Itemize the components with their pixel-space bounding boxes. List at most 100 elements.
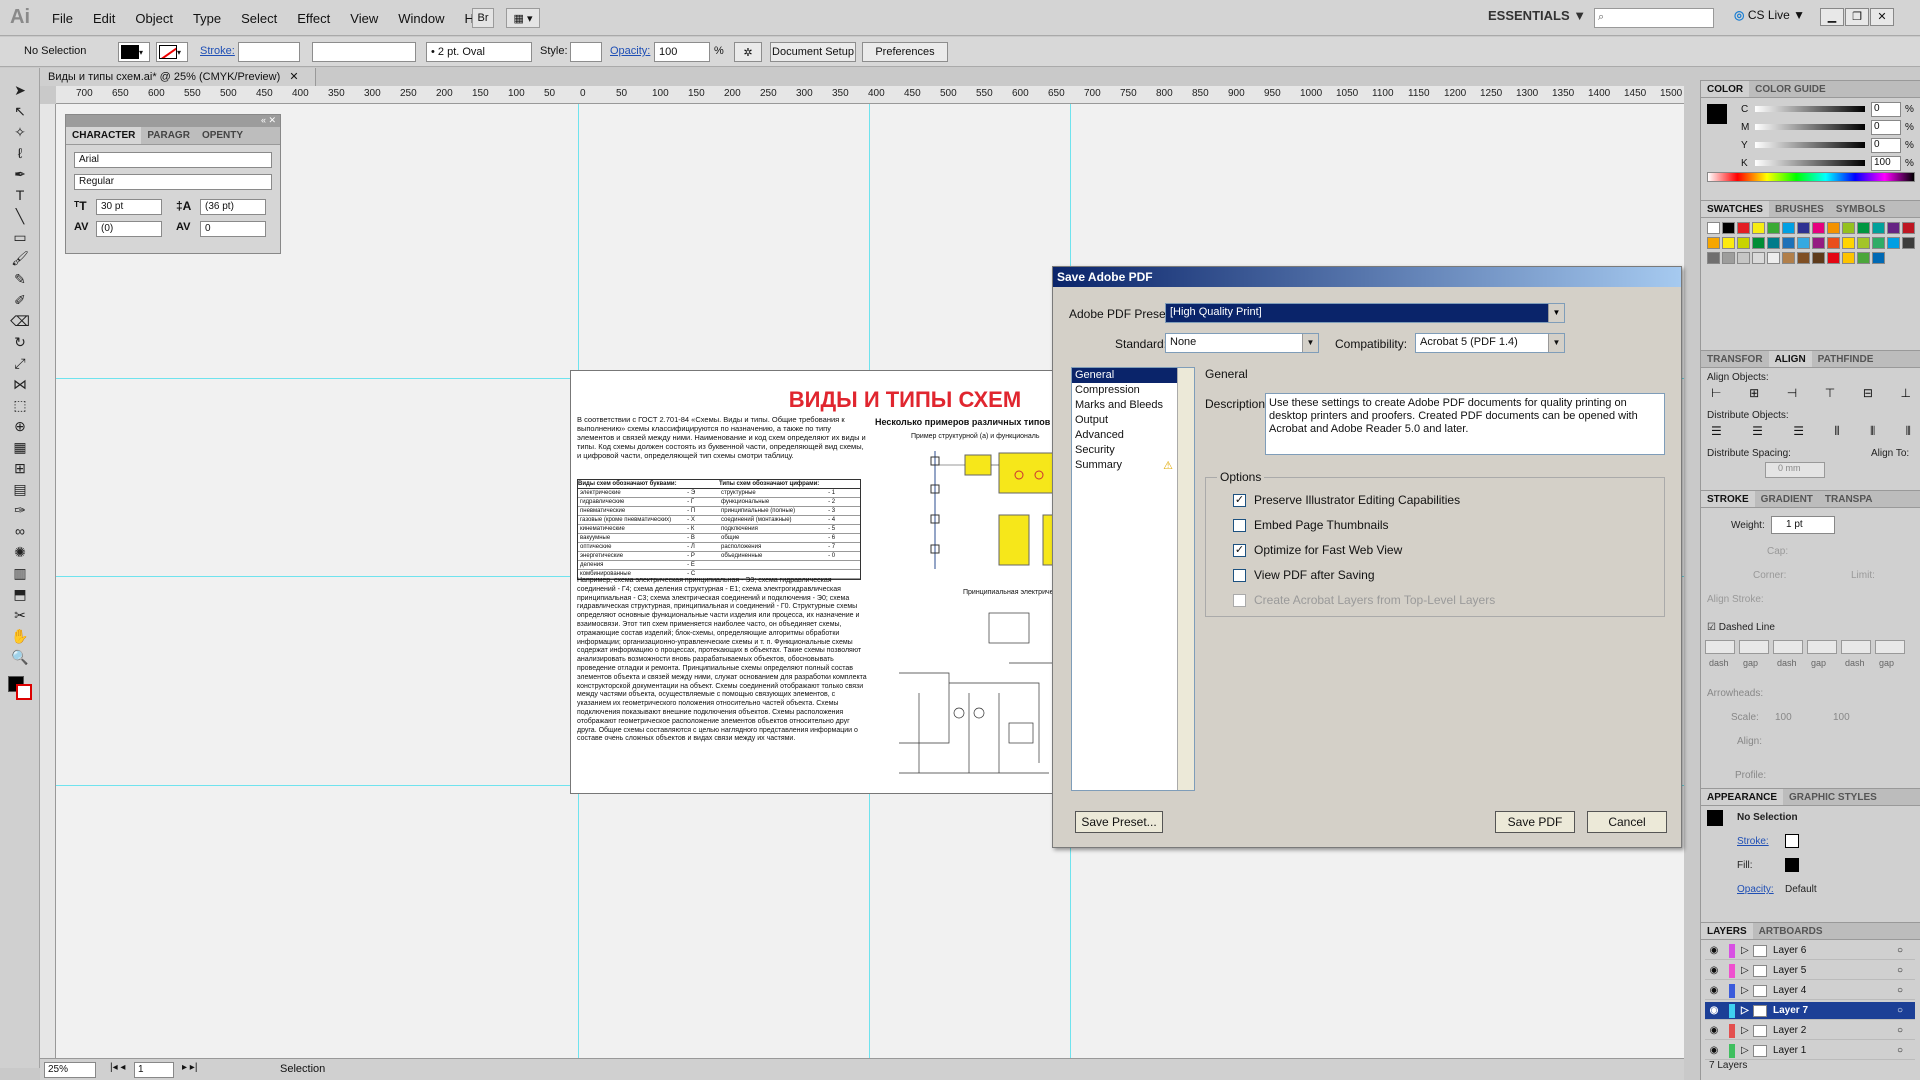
mesh-tool-icon[interactable]: ⊞ (9, 460, 31, 478)
tab-openty[interactable]: OPENTY (196, 127, 249, 144)
distribute-bottom-icon[interactable]: ☰ (1793, 424, 1804, 440)
visibility-eye-icon[interactable]: ◉ (1705, 1045, 1723, 1056)
graphic-style-picker[interactable] (570, 42, 602, 62)
save-preset-button[interactable]: Save Preset... (1075, 811, 1163, 833)
artboard-nav-first[interactable]: |◂ ◂ (110, 1062, 125, 1073)
fill-stroke-indicator[interactable] (8, 676, 32, 700)
tab-layers[interactable]: LAYERS (1701, 923, 1753, 939)
type-tool-icon[interactable]: T (9, 187, 31, 205)
dash-gap-field[interactable] (1875, 640, 1905, 654)
menu-select[interactable]: Select (231, 11, 287, 26)
close-tab-icon[interactable]: ✕ (289, 71, 298, 83)
swatch[interactable] (1782, 252, 1795, 264)
stroke-label[interactable]: Stroke: (200, 45, 235, 57)
dash-gap-field[interactable] (1739, 640, 1769, 654)
swatch[interactable] (1737, 252, 1750, 264)
column-graph-tool-icon[interactable]: ▥ (9, 565, 31, 583)
fill-swatch[interactable]: ▾ (118, 42, 150, 62)
shape-builder-tool-icon[interactable]: ⊕ (9, 418, 31, 436)
swatch[interactable] (1752, 237, 1765, 249)
standard-select[interactable]: None ▼ (1165, 333, 1319, 353)
cmyk-slider-c[interactable]: C 0% (1741, 102, 1917, 118)
restore-button[interactable]: ❐ (1845, 8, 1869, 26)
tab-transpa[interactable]: TRANSPA (1819, 491, 1879, 507)
swatch[interactable] (1902, 222, 1915, 234)
swatch[interactable] (1857, 237, 1870, 249)
opacity-field[interactable]: 100 (654, 42, 710, 62)
distribute-right-icon[interactable]: ⦀ (1906, 424, 1911, 440)
tab-paragr[interactable]: PARAGR (141, 127, 196, 144)
document-setup-button[interactable]: Document Setup (770, 42, 856, 62)
cmyk-value-field[interactable]: 0 (1871, 102, 1901, 117)
save-pdf-button[interactable]: Save PDF (1495, 811, 1575, 833)
swatch[interactable] (1752, 252, 1765, 264)
slice-tool-icon[interactable]: ✂ (9, 607, 31, 625)
preset-select[interactable]: [High Quality Print] ▼ (1165, 303, 1565, 323)
eyedropper-tool-icon[interactable]: ✑ (9, 502, 31, 520)
swatch[interactable] (1842, 222, 1855, 234)
cmyk-slider-track[interactable] (1755, 142, 1865, 148)
swatch[interactable] (1812, 222, 1825, 234)
swatch[interactable] (1872, 222, 1885, 234)
search-input[interactable]: ⌕ (1594, 8, 1714, 28)
swatch[interactable] (1707, 222, 1720, 234)
dash-gap-field[interactable] (1841, 640, 1871, 654)
checkbox-box[interactable] (1233, 518, 1246, 532)
zoom-field[interactable]: 25% (44, 1062, 96, 1078)
swatch[interactable] (1887, 222, 1900, 234)
tab-appearance[interactable]: APPEARANCE (1701, 789, 1784, 805)
tab-character[interactable]: CHARACTER (66, 127, 142, 144)
document-tab[interactable]: Виды и типы схем.ai* @ 25% (CMYK/Preview… (40, 68, 316, 86)
target-circle-icon[interactable]: ○ (1897, 1005, 1915, 1016)
visibility-eye-icon[interactable]: ◉ (1705, 965, 1723, 976)
swatch[interactable] (1767, 222, 1780, 234)
cancel-button[interactable]: Cancel (1587, 811, 1667, 833)
expand-triangle-icon[interactable]: ▷ (1741, 1005, 1753, 1016)
distribute-hcenter-icon[interactable]: ⦀ (1870, 424, 1875, 440)
expand-triangle-icon[interactable]: ▷ (1741, 945, 1753, 956)
option-checkbox[interactable]: ✓ Optimize for Fast Web View (1233, 543, 1402, 557)
artboard-tool-icon[interactable]: ⬒ (9, 586, 31, 604)
swatch[interactable] (1827, 237, 1840, 249)
option-checkbox[interactable]: ✓ Preserve Illustrator Editing Capabiliti… (1233, 493, 1460, 507)
checkbox-box[interactable]: ✓ (1233, 543, 1246, 557)
distribute-vcenter-icon[interactable]: ☰ (1752, 424, 1763, 440)
cmyk-slider-k[interactable]: K 100% (1741, 156, 1917, 172)
swatch[interactable] (1707, 237, 1720, 249)
swatch[interactable] (1902, 237, 1915, 249)
option-checkbox[interactable]: View PDF after Saving (1233, 568, 1375, 582)
page-field[interactable]: 1 (134, 1062, 174, 1078)
swatch[interactable] (1887, 237, 1900, 249)
category-scrollbar[interactable] (1177, 368, 1194, 790)
lasso-tool-icon[interactable]: ℓ (9, 145, 31, 163)
distribute-left-icon[interactable]: ⦀ (1834, 424, 1839, 440)
line-tool-icon[interactable]: ╲ (9, 208, 31, 226)
layer-row[interactable]: ◉ ▷ Layer 4 ○ (1705, 982, 1915, 1000)
align-top-icon[interactable]: ⊤ (1825, 386, 1835, 402)
stroke-weight-input[interactable]: 1 pt (1771, 516, 1835, 534)
menu-view[interactable]: View (340, 11, 388, 26)
pen-tool-icon[interactable]: ✒ (9, 166, 31, 184)
expand-triangle-icon[interactable]: ▷ (1741, 965, 1753, 976)
cmyk-value-field[interactable]: 100 (1871, 156, 1901, 171)
category-general[interactable]: General (1072, 368, 1194, 383)
font-family-select[interactable]: Arial (74, 152, 272, 168)
compatibility-select[interactable]: Acrobat 5 (PDF 1.4) ▼ (1415, 333, 1565, 353)
visibility-eye-icon[interactable]: ◉ (1705, 945, 1723, 956)
description-text[interactable]: Use these settings to create Adobe PDF d… (1265, 393, 1665, 455)
layer-row[interactable]: ◉ ▷ Layer 5 ○ (1705, 962, 1915, 980)
magic-wand-tool-icon[interactable]: ✧ (9, 124, 31, 142)
target-circle-icon[interactable]: ○ (1897, 965, 1915, 976)
layer-row[interactable]: ◉ ▷ Layer 6 ○ (1705, 942, 1915, 960)
expand-triangle-icon[interactable]: ▷ (1741, 1025, 1753, 1036)
swatch[interactable] (1857, 252, 1870, 264)
tab-swatches[interactable]: SWATCHES (1701, 201, 1769, 217)
target-circle-icon[interactable]: ○ (1897, 1025, 1915, 1036)
artboard[interactable]: ВИДЫ И ТИПЫ СХЕМ В соответствии с ГОСТ 2… (570, 370, 1071, 794)
align-object-buttons[interactable]: ⊢ ⊞ ⊣ ⊤ ⊟ ⊥ (1711, 386, 1911, 402)
align-bottom-icon[interactable]: ⊥ (1901, 386, 1911, 402)
symbol-sprayer-tool-icon[interactable]: ✺ (9, 544, 31, 562)
swatch[interactable] (1737, 237, 1750, 249)
cmyk-slider-track[interactable] (1755, 124, 1865, 130)
artboard-nav-next[interactable]: ▸ ▸| (182, 1062, 197, 1073)
